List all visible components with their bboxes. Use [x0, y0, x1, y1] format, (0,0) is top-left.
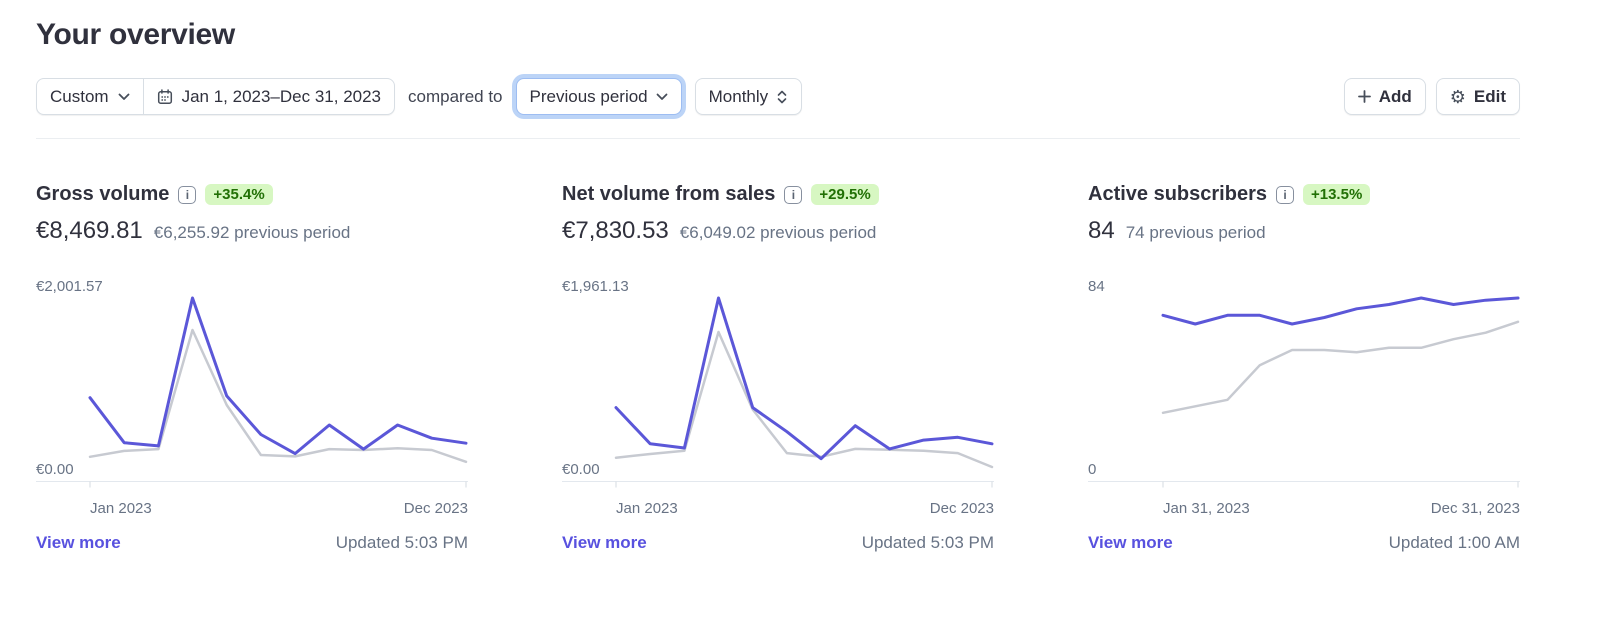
- card-title: Active subscribers: [1088, 183, 1267, 206]
- y-axis-zero-label: €0.00: [36, 461, 74, 478]
- info-icon[interactable]: i: [178, 186, 196, 204]
- previous-period-value: €6,255.92 previous period: [154, 223, 351, 243]
- page-title: Your overview: [36, 18, 1520, 52]
- view-more-link[interactable]: View more: [36, 533, 121, 553]
- card-title: Gross volume: [36, 183, 169, 206]
- card-header: Net volume from sales i +29.5%: [562, 183, 994, 206]
- view-more-link[interactable]: View more: [1088, 533, 1173, 553]
- x-axis-start-label: Jan 2023: [90, 500, 152, 517]
- x-axis-labels: Jan 31, 2023 Dec 31, 2023: [1088, 500, 1520, 517]
- gear-icon: ⚙: [1450, 88, 1466, 106]
- updated-timestamp: Updated 5:03 PM: [336, 533, 468, 553]
- filter-toolbar-left: Custom Jan 1, 2023–Dec 31, 2023 compared…: [36, 78, 802, 115]
- metric-value: €7,830.53: [562, 217, 669, 245]
- card-footer: View more Updated 1:00 AM: [1088, 533, 1520, 553]
- line-chart: [36, 282, 468, 494]
- card-header: Gross volume i +35.4%: [36, 183, 468, 206]
- metric-values: 84 74 previous period: [1088, 217, 1520, 245]
- add-button-label: Add: [1379, 87, 1412, 107]
- metric-value: €8,469.81: [36, 217, 143, 245]
- previous-period-value: 74 previous period: [1126, 223, 1266, 243]
- chart-gross-volume: €2,001.57 €0.00: [36, 282, 468, 494]
- x-axis-end-label: Dec 2023: [404, 500, 468, 517]
- growth-badge: +29.5%: [811, 184, 878, 205]
- y-axis-max-label: 84: [1088, 278, 1105, 295]
- chevron-down-icon: [656, 93, 668, 101]
- growth-badge: +13.5%: [1303, 184, 1370, 205]
- card-header: Active subscribers i +13.5%: [1088, 183, 1520, 206]
- filter-toolbar: Custom Jan 1, 2023–Dec 31, 2023 compared…: [36, 78, 1520, 115]
- view-more-link[interactable]: View more: [562, 533, 647, 553]
- comparison-select[interactable]: Previous period: [516, 78, 682, 115]
- info-icon[interactable]: i: [1276, 186, 1294, 204]
- metric-card-active-subscribers: Active subscribers i +13.5% 84 74 previo…: [1088, 183, 1520, 553]
- updated-timestamp: Updated 5:03 PM: [862, 533, 994, 553]
- chart-active-subscribers: 84 0: [1088, 282, 1520, 494]
- x-axis-labels: Jan 2023 Dec 2023: [562, 500, 994, 517]
- card-footer: View more Updated 5:03 PM: [36, 533, 468, 553]
- compared-to-label: compared to: [408, 87, 503, 107]
- edit-button[interactable]: ⚙ Edit: [1436, 78, 1520, 115]
- interval-select[interactable]: Monthly: [695, 78, 803, 115]
- previous-period-value: €6,049.02 previous period: [680, 223, 877, 243]
- date-range-button[interactable]: Jan 1, 2023–Dec 31, 2023: [143, 79, 394, 114]
- date-filter-group: Custom Jan 1, 2023–Dec 31, 2023: [36, 78, 395, 115]
- chevron-up-down-icon: [776, 89, 788, 105]
- date-range-label: Jan 1, 2023–Dec 31, 2023: [182, 87, 381, 107]
- metric-cards: Gross volume i +35.4% €8,469.81 €6,255.9…: [36, 183, 1520, 553]
- divider: [36, 138, 1520, 139]
- line-chart: [562, 282, 994, 494]
- metric-value: 84: [1088, 217, 1115, 245]
- metric-values: €7,830.53 €6,049.02 previous period: [562, 217, 994, 245]
- card-footer: View more Updated 5:03 PM: [562, 533, 994, 553]
- x-axis-labels: Jan 2023 Dec 2023: [36, 500, 468, 517]
- overview-page: Your overview Custom Jan 1, 2023–Dec 31,…: [0, 0, 1600, 553]
- range-type-label: Custom: [50, 87, 109, 107]
- x-axis-end-label: Dec 2023: [930, 500, 994, 517]
- info-icon[interactable]: i: [784, 186, 802, 204]
- filter-toolbar-right: Add ⚙ Edit: [1344, 78, 1520, 115]
- x-axis-start-label: Jan 2023: [616, 500, 678, 517]
- y-axis-zero-label: €0.00: [562, 461, 600, 478]
- plus-icon: [1358, 90, 1371, 103]
- growth-badge: +35.4%: [205, 184, 272, 205]
- comparison-label: Previous period: [530, 87, 648, 107]
- metric-values: €8,469.81 €6,255.92 previous period: [36, 217, 468, 245]
- edit-button-label: Edit: [1474, 87, 1506, 107]
- x-axis-start-label: Jan 31, 2023: [1163, 500, 1250, 517]
- calendar-icon: [157, 89, 173, 105]
- range-type-button[interactable]: Custom: [37, 79, 143, 114]
- add-button[interactable]: Add: [1344, 78, 1426, 115]
- x-axis-end-label: Dec 31, 2023: [1431, 500, 1520, 517]
- chevron-down-icon: [118, 93, 130, 101]
- y-axis-zero-label: 0: [1088, 461, 1096, 478]
- chart-net-volume: €1,961.13 €0.00: [562, 282, 994, 494]
- y-axis-max-label: €1,961.13: [562, 278, 629, 295]
- metric-card-net-volume: Net volume from sales i +29.5% €7,830.53…: [562, 183, 994, 553]
- metric-card-gross-volume: Gross volume i +35.4% €8,469.81 €6,255.9…: [36, 183, 468, 553]
- y-axis-max-label: €2,001.57: [36, 278, 103, 295]
- updated-timestamp: Updated 1:00 AM: [1389, 533, 1520, 553]
- card-title: Net volume from sales: [562, 183, 775, 206]
- interval-label: Monthly: [709, 87, 769, 107]
- line-chart: [1088, 282, 1520, 494]
